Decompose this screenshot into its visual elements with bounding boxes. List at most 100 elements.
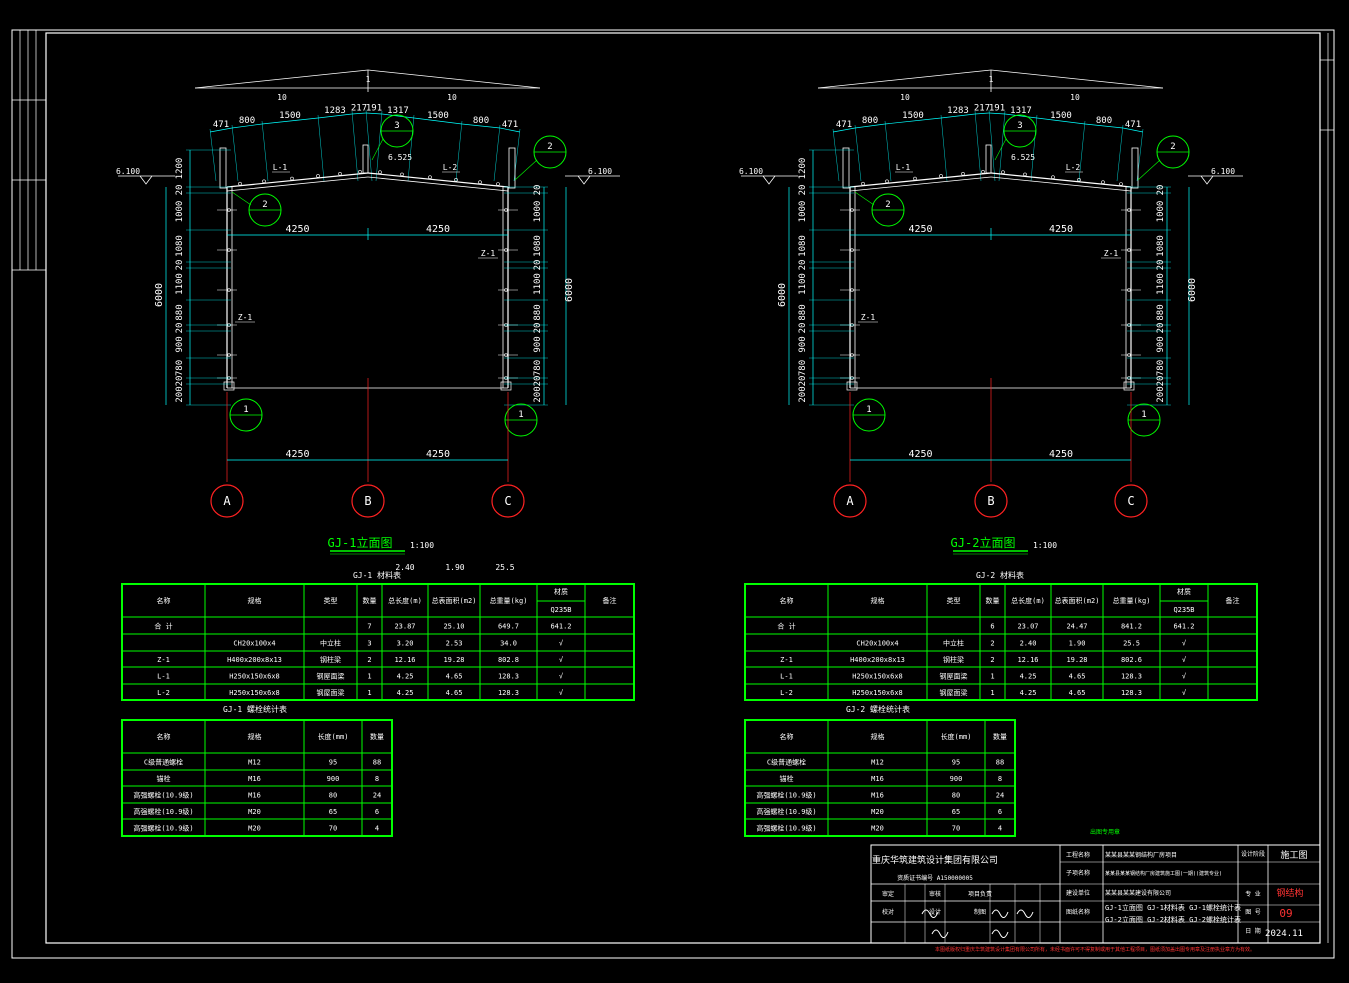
right-dim-6: 20 [533, 323, 543, 334]
elev-left: 6.100 [116, 167, 140, 176]
material-cell-3-4: 4.25 [397, 673, 414, 681]
roof-dim-3: 1283 [324, 106, 346, 116]
left-dim-3: 1080 [175, 235, 185, 257]
right-total: 6000 [564, 278, 575, 302]
roof-dim-2: 1500 [902, 111, 924, 121]
bolt-cell-0-0: C级普通螺栓 [144, 758, 183, 767]
top-mark: 1 [989, 75, 994, 84]
material-cell-2-2: 钢柱梁 [943, 655, 964, 664]
material-cell-4-0: L-2 [157, 689, 170, 697]
purlin-3 [939, 174, 943, 178]
material-cell-2-5: 19.28 [1066, 656, 1087, 664]
right-dim-6: 20 [1156, 323, 1166, 334]
elev-mid: 6.525 [388, 153, 412, 162]
left-dim-5: 1100 [798, 273, 808, 295]
material-header-8: 备注 [603, 596, 617, 605]
bolt-cell-1-3: 8 [998, 775, 1002, 783]
roof-dim-0: 471 [836, 120, 852, 130]
roof-dim-extension [365, 109, 373, 182]
material-cell-0-6: 649.7 [498, 623, 519, 631]
tb-stage: 施工图 [1280, 849, 1307, 861]
material-sub: Q235B [1173, 606, 1194, 614]
material-cell-4-7: √ [1182, 689, 1187, 697]
bolt-cell-1-0: 锚栓 [157, 774, 171, 783]
material-cell-1-7: √ [559, 640, 564, 648]
material-cell-0-0: 合 计 [154, 622, 172, 631]
roof-dim-extension [209, 128, 217, 182]
bolt-header-3: 数量 [993, 732, 1007, 741]
tb-num: 09 [1279, 907, 1292, 920]
tb-approval: 出图专用章 [1090, 828, 1120, 836]
material-cell-0-5: 24.47 [1066, 623, 1087, 631]
material-cell-0-7: 641.2 [550, 623, 571, 631]
right-dim-2: 1080 [1156, 235, 1166, 257]
tb-signer-2: 项目负责 [968, 890, 992, 898]
roof-dim-extension [407, 114, 415, 182]
right-dim-7: 900 [533, 336, 543, 352]
left-dim-1: 20 [175, 185, 185, 196]
material-cell-1-3: 2 [990, 640, 994, 648]
tb-spec: 钢结构 [1276, 887, 1303, 899]
purlin-8 [1051, 175, 1055, 179]
right-dim-9: 20 [1156, 376, 1166, 387]
bolt-cell-0-0: C级普通螺栓 [767, 758, 806, 767]
bolt-cell-4-2: 70 [329, 825, 337, 833]
material-cell-2-0: Z-1 [780, 656, 793, 664]
purlin-7 [400, 172, 404, 177]
inner-span-right: 4250 [426, 224, 450, 235]
beam-label-l2: L-2 [443, 163, 458, 172]
tb-num-label: 图 号 [1245, 909, 1261, 916]
material-cell-1-7: √ [1182, 640, 1187, 648]
left-total: 6000 [154, 283, 165, 307]
bolt-cell-2-2: 80 [329, 792, 337, 800]
callout-2: 2 [885, 200, 890, 210]
loose-value-2: 25.5 [495, 563, 514, 572]
base-left [223, 381, 235, 391]
bolt-cell-3-1: M20 [248, 808, 261, 816]
material-header-7: 材质 [1177, 587, 1191, 596]
tb-date-label: 日 期 [1245, 927, 1261, 935]
bolt-cell-3-2: 65 [329, 808, 337, 816]
material-header-2: 类型 [324, 596, 338, 605]
callout-3: 1 [866, 405, 871, 415]
material-cell-3-1: H250x150x6x8 [852, 673, 903, 681]
material-cell-4-3: 1 [990, 689, 994, 697]
left-dim-0: 1200 [798, 158, 808, 180]
left-dim-9: 780 [175, 360, 185, 376]
right-total: 6000 [1187, 278, 1198, 302]
material-cell-1-5: 1.90 [1069, 640, 1086, 648]
bolt-cell-3-3: 6 [375, 808, 379, 816]
material-cell-4-4: 4.25 [1020, 689, 1037, 697]
material-cell-3-3: 1 [990, 673, 994, 681]
material-header-5: 总表面积(m2) [1055, 596, 1100, 605]
purlin-3 [316, 174, 320, 178]
roof-dim-6: 1317 [1010, 106, 1032, 116]
roof-dim-extension [317, 114, 325, 182]
cad-drawing-sheet: 110 10471 800 1500 1283 217191 1317 1500 800 4716… [11, 29, 1335, 959]
material-cell-0-6: 841.2 [1121, 623, 1142, 631]
roof-dim-1: 800 [239, 116, 255, 126]
bolt-cell-4-0: 高强螺栓(10.9级) [756, 824, 816, 833]
callout-leader [371, 138, 384, 161]
roof-dim-extension [884, 120, 892, 182]
material-header-0: 名称 [780, 596, 794, 605]
callout-leader [854, 191, 875, 206]
loose-value-1: 1.90 [445, 563, 464, 572]
material-cell-2-3: 2 [990, 656, 994, 664]
view-title: GJ-1立面图 [328, 535, 393, 550]
material-cell-4-2: 钢屋面梁 [317, 688, 345, 697]
base-right [1123, 381, 1135, 391]
bolt-cell-3-2: 65 [952, 808, 960, 816]
purlin-10 [1101, 180, 1105, 184]
tb-company: 重庆华筑建筑设计集团有限公司 [872, 854, 998, 866]
material-cell-2-2: 钢柱梁 [320, 655, 341, 664]
bolt-cell-2-0: 高强螺栓(10.9级) [756, 791, 816, 800]
left-dim-4: 20 [798, 260, 808, 271]
roof-dim-extension [261, 120, 269, 182]
right-dim-4: 1100 [533, 273, 543, 295]
bolt-header-0: 名称 [157, 732, 171, 741]
roof-dim-extension [231, 124, 239, 182]
material-cell-2-4: 12.16 [394, 656, 415, 664]
top-slope-line [367, 69, 541, 89]
material-cell-2-6: 802.8 [498, 656, 519, 664]
